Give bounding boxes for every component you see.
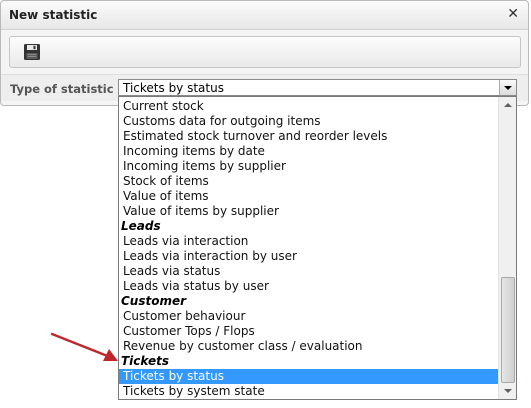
- dropdown-option-leads-via-interaction-by-user[interactable]: Leads via interaction by user: [119, 249, 499, 264]
- dropdown-option-value-of-items-by-supplier[interactable]: Value of items by supplier: [119, 204, 499, 219]
- dropdown-option-incoming-items-by-supplier[interactable]: Incoming items by supplier: [119, 159, 499, 174]
- dropdown-group-customer: Customer: [121, 294, 187, 308]
- scroll-up-icon[interactable]: [500, 97, 515, 113]
- dropdown-option-estimated-stock-turnover-and-reorder-levels[interactable]: Estimated stock turnover and reorder lev…: [119, 129, 499, 144]
- close-icon[interactable]: ✕: [507, 5, 519, 23]
- dropdown-option-leads-via-interaction[interactable]: Leads via interaction: [119, 234, 499, 249]
- dropdown-group-tickets: Tickets: [121, 354, 169, 368]
- dialog-titlebar: New statistic ✕: [1, 1, 528, 30]
- dropdown-option-incoming-items-by-date[interactable]: Incoming items by date: [119, 144, 499, 159]
- dropdown-option-tickets-by-status[interactable]: Tickets by status: [119, 369, 499, 384]
- dropdown-option-leads-via-status-by-user[interactable]: Leads via status by user: [119, 279, 499, 294]
- dialog-title: New statistic: [9, 8, 98, 22]
- statistic-type-select[interactable]: Tickets by status: [118, 79, 517, 96]
- dropdown-option-value-of-items[interactable]: Value of items: [119, 189, 499, 204]
- dropdown-option-stock-of-items[interactable]: Stock of items: [119, 174, 499, 189]
- annotation-arrow-icon: [50, 332, 118, 361]
- dropdown-group-leads: Leads: [121, 219, 161, 233]
- save-button[interactable]: [23, 43, 41, 61]
- dropdown-option-customer-behaviour[interactable]: Customer behaviour: [119, 309, 499, 324]
- dropdown-option-current-stock[interactable]: Current stock: [119, 99, 499, 114]
- dropdown-option-tickets-by-system-state[interactable]: Tickets by system state: [119, 384, 499, 399]
- dropdown-scrollbar[interactable]: [498, 97, 516, 399]
- dropdown-option-customs-data-for-outgoing-items[interactable]: Customs data for outgoing items: [119, 114, 499, 129]
- statistic-type-dropdown: Current stock Customs data for outgoing i…: [118, 96, 517, 400]
- dropdown-option-revenue-by-customer-class-evaluation[interactable]: Revenue by customer class / evaluation: [119, 339, 499, 354]
- floppy-disk-save-icon: [24, 44, 40, 60]
- dropdown-option-leads-via-status[interactable]: Leads via status: [119, 264, 499, 279]
- statistic-type-selected-value: Tickets by status: [123, 81, 224, 95]
- scroll-down-icon[interactable]: [500, 383, 515, 399]
- chevron-down-icon[interactable]: [499, 80, 516, 95]
- dropdown-option-customer-tops-flops[interactable]: Customer Tops / Flops: [119, 324, 499, 339]
- dialog-toolbar: [9, 36, 521, 68]
- scrollbar-thumb[interactable]: [501, 277, 515, 383]
- statistic-type-label: Type of statistic: [10, 82, 114, 96]
- dropdown-option-list: Current stock Customs data for outgoing i…: [119, 99, 499, 399]
